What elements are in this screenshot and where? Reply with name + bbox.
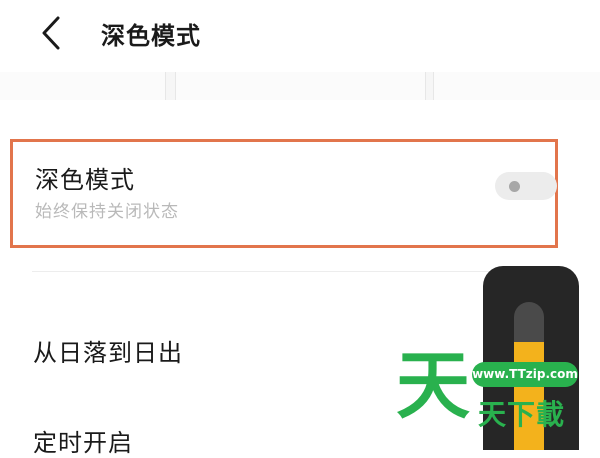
chevron-left-icon [42, 16, 60, 50]
dark-mode-status-text: 始终保持关闭状态 [35, 202, 179, 222]
back-button[interactable] [38, 14, 72, 52]
theme-preview-card[interactable] [433, 72, 600, 100]
page-title: 深色模式 [101, 22, 201, 50]
watermark-badge: www.TTzip.com [472, 362, 578, 387]
option-sunset-to-sunrise[interactable]: 从日落到日出 [33, 333, 183, 368]
watermark-text: 天下載 [478, 398, 566, 431]
theme-preview-card[interactable] [175, 72, 426, 100]
dark-mode-toggle[interactable] [495, 172, 557, 200]
dark-mode-setting-row[interactable]: 深色模式 始终保持关闭状态 [10, 139, 558, 248]
theme-preview-card[interactable] [0, 72, 166, 100]
option-scheduled[interactable]: 定时开启 [33, 423, 133, 458]
watermark-logo-char: 天 [396, 343, 470, 429]
toggle-knob [509, 181, 520, 192]
header: 深色模式 [0, 0, 600, 70]
dark-mode-title: 深色模式 [35, 166, 135, 194]
theme-preview-strip [0, 72, 600, 100]
